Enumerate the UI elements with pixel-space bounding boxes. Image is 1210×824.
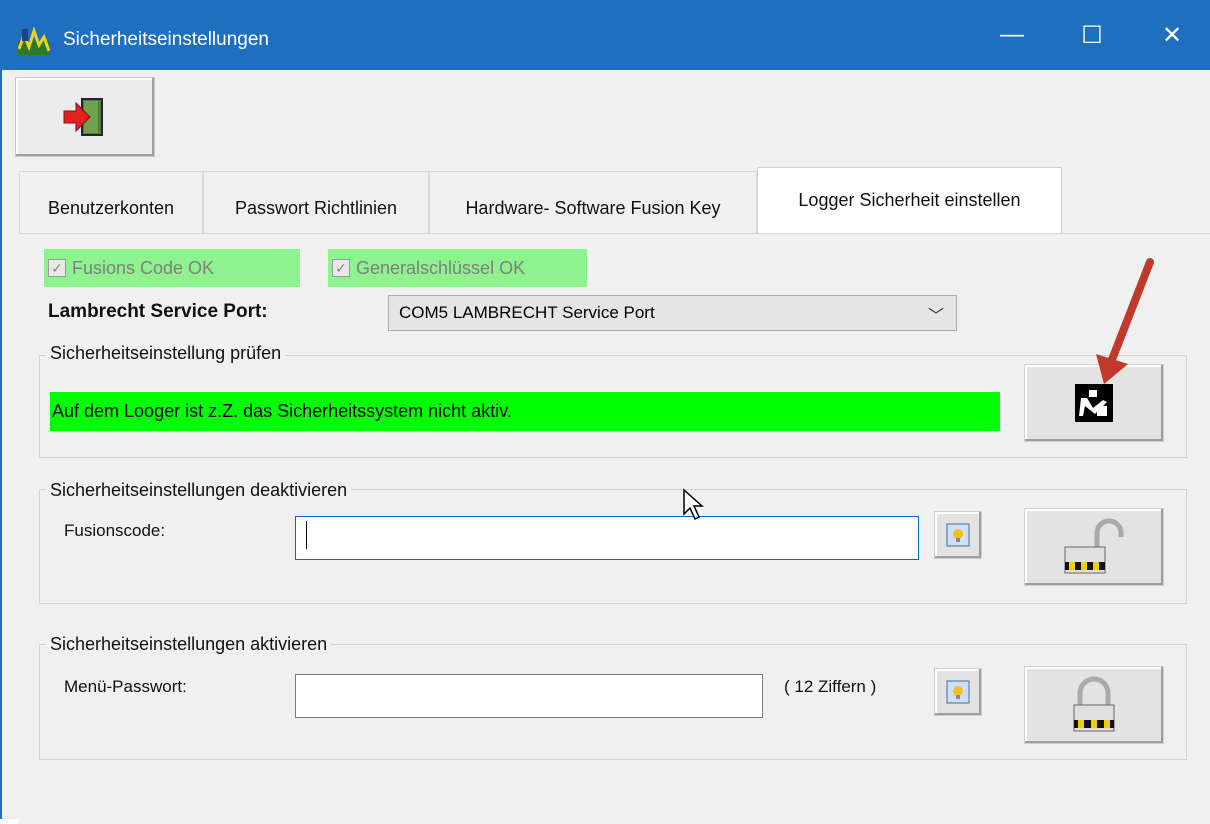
fusionscode-label: Fusionscode: — [64, 521, 166, 540]
service-port-label: Lambrecht Service Port: — [48, 301, 268, 322]
exit-door-icon — [63, 98, 103, 136]
service-port-value: COM5 LAMBRECHT Service Port — [399, 303, 655, 322]
general-key-ok-label: Generalschlüssel OK — [356, 257, 526, 278]
window-title: Sicherheitseinstellungen — [63, 29, 269, 50]
checkmark-icon: ✓ — [48, 259, 66, 277]
minimize-button[interactable]: — — [972, 0, 1052, 70]
exit-button[interactable] — [15, 77, 155, 157]
tab-passwort-richtlinien[interactable]: Passwort Richtlinien — [203, 171, 429, 233]
general-key-ok-checkbox[interactable]: ✓ Generalschlüssel OK — [328, 249, 587, 287]
digits-hint: ( 12 Ziffern ) — [784, 677, 877, 696]
app-window: Sicherheitseinstellungen — ☐ ✕ Benutzerk… — [0, 0, 1210, 824]
security-status-text: Auf dem Looger ist z.Z. das Sicherheitss… — [52, 401, 512, 421]
tab-fusion-key[interactable]: Hardware- Software Fusion Key — [429, 171, 757, 233]
show-fusionscode-button[interactable] — [934, 511, 982, 559]
fusion-code-ok-checkbox[interactable]: ✓ Fusions Code OK — [44, 249, 300, 287]
deactivate-security-title: Sicherheitseinstellungen deaktivieren — [46, 480, 352, 501]
mouse-cursor-icon — [683, 488, 704, 521]
app-logo-icon — [18, 27, 50, 55]
menu-password-input[interactable] — [295, 674, 763, 718]
show-password-button[interactable] — [934, 668, 982, 716]
checkmark-icon: ✓ — [332, 259, 350, 277]
close-button[interactable]: ✕ — [1132, 0, 1210, 70]
tab-logger-sicherheit[interactable]: Logger Sicherheit einstellen — [757, 167, 1062, 233]
check-security-title: Sicherheitseinstellung prüfen — [46, 343, 286, 364]
chevron-down-icon: ﹀ — [927, 308, 944, 325]
lightbulb-icon — [946, 523, 970, 547]
locked-padlock-icon — [1073, 676, 1115, 732]
text-caret — [306, 521, 307, 549]
fusionscode-input[interactable] — [295, 516, 919, 560]
menu-password-label: Menü-Passwort: — [64, 677, 187, 696]
annotation-arrow-icon — [1096, 258, 1154, 384]
tab-benutzerkonten[interactable]: Benutzerkonten — [19, 171, 203, 233]
deactivate-security-button[interactable] — [1024, 508, 1164, 586]
lightbulb-icon — [946, 680, 970, 704]
title-bar[interactable]: Sicherheitseinstellungen — ☐ ✕ — [2, 0, 1210, 70]
unlocked-padlock-icon — [1064, 518, 1124, 574]
activate-security-title: Sicherheitseinstellungen aktivieren — [46, 634, 332, 655]
fusion-code-ok-label: Fusions Code OK — [72, 257, 215, 278]
service-port-select[interactable]: COM5 LAMBRECHT Service Port ﹀ — [388, 295, 957, 331]
activate-security-button[interactable] — [1024, 666, 1164, 744]
maximize-button[interactable]: ☐ — [1052, 0, 1132, 70]
security-status-bar: Auf dem Looger ist z.Z. das Sicherheitss… — [50, 392, 1000, 431]
